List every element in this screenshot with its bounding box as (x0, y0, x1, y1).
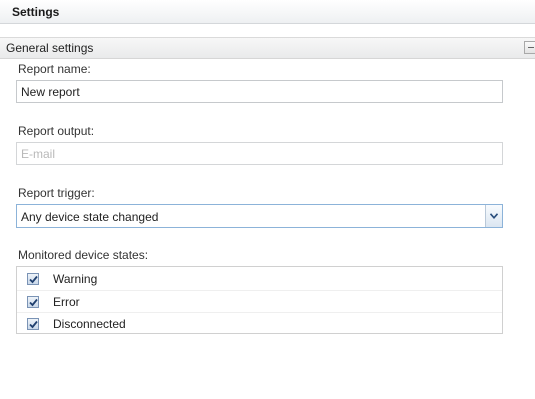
disconnected-label: Disconnected (53, 317, 126, 331)
chevron-down-icon (490, 213, 498, 219)
error-checkbox[interactable] (27, 296, 39, 308)
monitored-states-list: Warning Error Disconnected (16, 266, 503, 334)
general-settings-section-header: General settings (0, 37, 535, 59)
section-title: General settings (6, 41, 94, 55)
report-trigger-label: Report trigger: (18, 186, 95, 200)
checkmark-icon (29, 320, 38, 329)
disconnected-checkbox[interactable] (27, 318, 39, 330)
report-trigger-value: Any device state changed (21, 210, 159, 224)
dropdown-button[interactable] (485, 205, 502, 227)
page-title: Settings (12, 5, 60, 19)
list-item-error[interactable]: Error (17, 290, 502, 313)
report-output-input[interactable] (16, 142, 503, 165)
warning-checkbox[interactable] (27, 273, 39, 285)
list-item-warning[interactable]: Warning (17, 268, 502, 290)
report-output-label: Report output: (18, 124, 95, 138)
settings-header: Settings (0, 0, 535, 24)
error-label: Error (53, 295, 80, 309)
checkmark-icon (29, 298, 38, 307)
monitored-states-label: Monitored device states: (18, 248, 149, 262)
warning-label: Warning (53, 272, 98, 286)
collapse-button[interactable] (524, 41, 535, 54)
checkmark-icon (29, 275, 38, 284)
report-name-input[interactable] (16, 80, 503, 103)
report-trigger-select[interactable]: Any device state changed (16, 204, 503, 228)
report-name-label: Report name: (18, 62, 91, 76)
list-item-disconnected[interactable]: Disconnected (17, 312, 502, 335)
